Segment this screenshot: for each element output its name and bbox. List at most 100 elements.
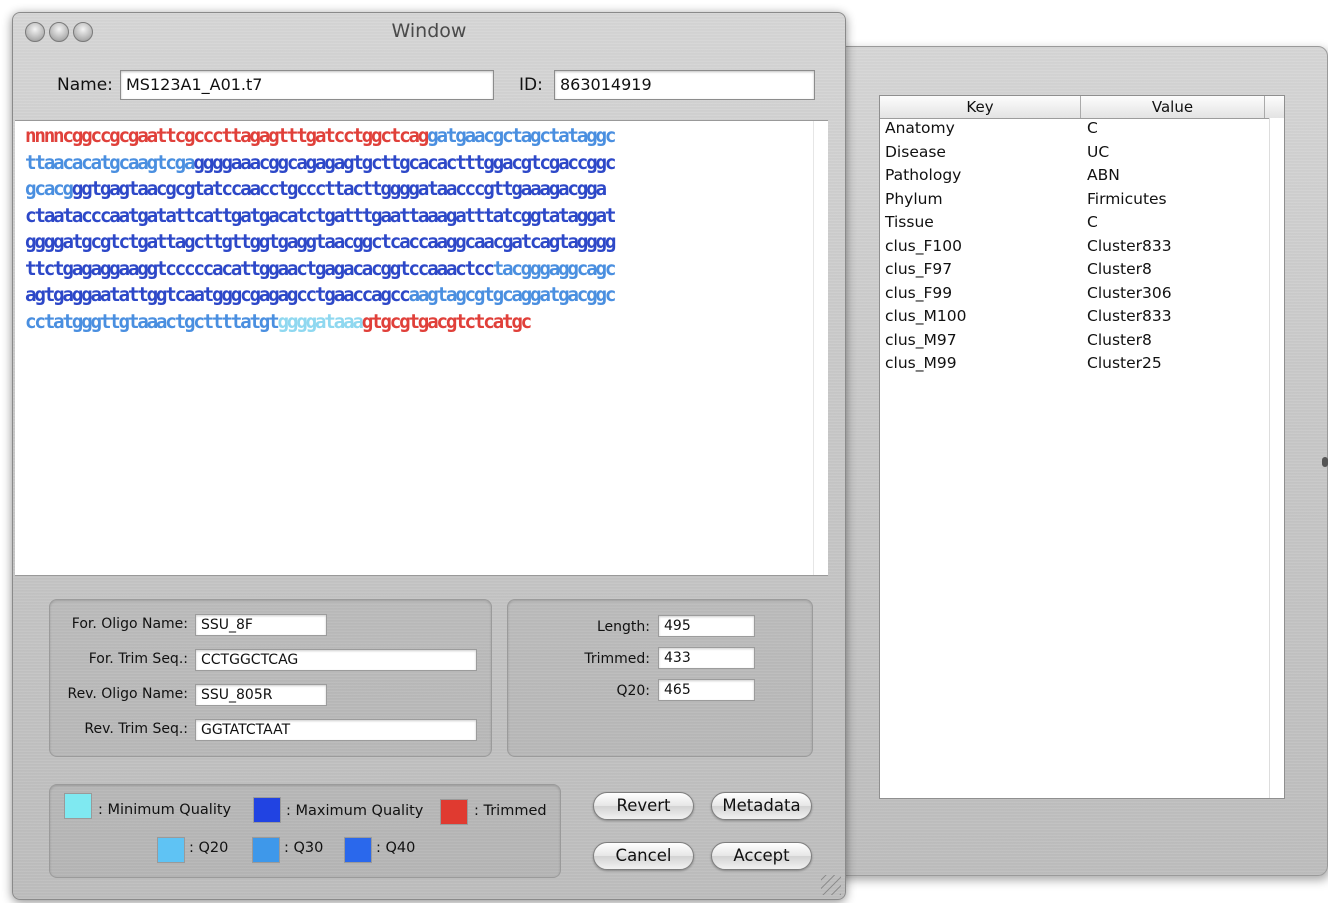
table-row[interactable]: clus_M100 Cluster833 bbox=[880, 307, 1270, 330]
key-cell: Disease bbox=[885, 142, 946, 161]
q20-field[interactable]: 465 bbox=[658, 679, 755, 701]
key-cell: clus_M99 bbox=[885, 354, 957, 372]
column-header-key[interactable]: Key bbox=[880, 96, 1081, 118]
for-oligo-name-field[interactable]: SSU_8F bbox=[195, 614, 327, 636]
sequence-segment: tacgggaggcagc bbox=[492, 256, 617, 280]
name-field[interactable]: MS123A1_A01.t7 bbox=[120, 70, 494, 100]
rev-trim-seq-field[interactable]: GGTATCTAAT bbox=[195, 719, 477, 741]
trimmed-field[interactable]: 433 bbox=[658, 647, 755, 669]
name-label: Name: bbox=[57, 75, 113, 95]
sequence-segment: ttaacacatgcaagtcga bbox=[25, 150, 196, 174]
accept-button[interactable]: Accept bbox=[711, 842, 812, 870]
q20-swatch bbox=[157, 837, 185, 863]
key-cell: clus_F99 bbox=[885, 283, 953, 302]
q20-label: Q20: bbox=[616, 683, 650, 699]
value-cell: Firmicutes bbox=[1087, 189, 1167, 208]
sequence-line: cctatgggttgtaaactgcttttatgtggggataaagtgc… bbox=[25, 309, 533, 333]
length-label: Length: bbox=[596, 619, 650, 635]
resize-grip-icon[interactable] bbox=[821, 875, 841, 895]
sequence-line: ggggatgcgtctgattagcttgttggtgaggtaacggctc… bbox=[25, 230, 616, 253]
id-field[interactable]: 863014919 bbox=[554, 70, 815, 100]
for-trim-seq-label: For. Trim Seq.: bbox=[88, 651, 188, 667]
sequence-segment: ggggataaa bbox=[277, 309, 364, 333]
value-cell: Cluster8 bbox=[1087, 260, 1152, 278]
table-row[interactable]: clus_F97 Cluster8 bbox=[880, 260, 1270, 283]
trimmed-swatch bbox=[440, 799, 468, 825]
for-oligo-name-label: For. Oligo Name: bbox=[71, 616, 188, 632]
oligo-group: For. Oligo Name: SSU_8F For. Trim Seq.: … bbox=[49, 599, 492, 757]
sequence-segment: gcacg bbox=[25, 177, 74, 200]
column-header-value[interactable]: Value bbox=[1081, 96, 1265, 118]
table-row[interactable]: clus_F99 Cluster306 bbox=[880, 284, 1270, 307]
rev-oligo-name-field[interactable]: SSU_805R bbox=[195, 684, 327, 706]
sequence-line: nnnncggccgcgaattcgcccttagagtttgatcctggct… bbox=[25, 124, 616, 147]
sequence-segment: aagtagcgtgcaggatgacggc bbox=[408, 283, 616, 306]
drawer-handle[interactable] bbox=[1322, 457, 1328, 467]
table-scrollbar[interactable] bbox=[1269, 118, 1284, 798]
key-cell: Anatomy bbox=[885, 119, 955, 137]
q20-legend-label: : Q20 bbox=[189, 840, 229, 856]
sequence-view[interactable]: nnnncggccgcgaattcgcccttagagtttgatcctggct… bbox=[15, 120, 828, 576]
trimmed-label: : Trimmed bbox=[474, 803, 547, 819]
table-row[interactable]: Anatomy C bbox=[880, 119, 1270, 142]
trimmed-label: Trimmed: bbox=[584, 651, 650, 667]
cancel-button[interactable]: Cancel bbox=[593, 842, 694, 870]
value-cell: Cluster25 bbox=[1087, 354, 1162, 372]
q40-swatch bbox=[344, 837, 372, 863]
sequence-segment: ctaatacccaatgatattcattgatgacatctgatttgaa… bbox=[25, 203, 616, 227]
sequence-line: ctaatacccaatgatattcattgatgacatctgatttgaa… bbox=[25, 203, 616, 227]
q30-legend-label: : Q30 bbox=[284, 840, 324, 856]
metadata-drawer: Key Value Anatomy C Disease UC Pathology ABN P… bbox=[830, 46, 1328, 876]
value-cell: ABN bbox=[1087, 166, 1120, 184]
value-cell: C bbox=[1087, 213, 1098, 231]
key-cell: Pathology bbox=[885, 166, 962, 184]
rev-oligo-name-label: Rev. Oligo Name: bbox=[67, 686, 188, 702]
key-cell: clus_M100 bbox=[885, 307, 967, 325]
window-title: Window bbox=[391, 20, 467, 42]
sequence-segment: ggggaaacggcagagagtgcttgcacactttggacgtcga… bbox=[193, 150, 616, 174]
table-row[interactable]: Pathology ABN bbox=[880, 166, 1270, 189]
rev-trim-seq-label: Rev. Trim Seq.: bbox=[84, 721, 188, 737]
sequence-line: gcacgggtgagtaacgcgtatccaacctgcccttacttgg… bbox=[25, 177, 607, 200]
value-cell: Cluster8 bbox=[1087, 330, 1152, 349]
key-cell: clus_F97 bbox=[885, 260, 953, 278]
metadata-table[interactable]: Key Value Anatomy C Disease UC Pathology ABN P… bbox=[879, 95, 1285, 799]
metadata-button[interactable]: Metadata bbox=[711, 792, 812, 820]
main-window: Window Name: MS123A1_A01.t7 ID: 86301491… bbox=[12, 12, 846, 900]
table-row[interactable]: Disease UC bbox=[880, 143, 1270, 166]
sequence-segment: ggtgagtaacgcgtatccaacctgcccttacttggggata… bbox=[71, 177, 607, 200]
sequence-segment: nnnncggccgcgaattcgcccttagagtttgatcctggct… bbox=[25, 124, 429, 147]
key-cell: clus_F100 bbox=[885, 236, 962, 255]
revert-button[interactable]: Revert bbox=[593, 792, 694, 820]
table-row[interactable]: Tissue C bbox=[880, 213, 1270, 236]
sequence-segment: gtgcgtgacgtctcatgc bbox=[361, 309, 533, 333]
key-cell: clus_M97 bbox=[885, 330, 957, 349]
max-quality-label: : Maximum Quality bbox=[286, 803, 424, 819]
value-cell: Cluster306 bbox=[1087, 283, 1172, 302]
sequence-segment: agtgaggaatattggtcaatgggcgagagcctgaaccagc… bbox=[25, 283, 411, 306]
value-cell: Cluster833 bbox=[1087, 307, 1172, 325]
sequence-scrollbar[interactable] bbox=[813, 121, 828, 575]
table-row[interactable]: Phylum Firmicutes bbox=[880, 190, 1270, 213]
sequence-line: ttaacacatgcaagtcgaggggaaacggcagagagtgctt… bbox=[25, 150, 616, 174]
table-row[interactable]: clus_M97 Cluster8 bbox=[880, 331, 1270, 354]
for-trim-seq-field[interactable]: CCTGGCTCAG bbox=[195, 649, 477, 671]
legend-group: : Minimum Quality : Maximum Quality : Tr… bbox=[49, 784, 561, 878]
min-quality-swatch bbox=[64, 793, 92, 819]
sequence-line: agtgaggaatattggtcaatgggcgagagcctgaaccagc… bbox=[25, 283, 616, 306]
sequence-segment: cctatgggttgtaaactgcttttatgt bbox=[25, 309, 280, 333]
length-field[interactable]: 495 bbox=[658, 615, 755, 637]
key-cell: Phylum bbox=[885, 189, 943, 208]
value-cell: UC bbox=[1087, 142, 1110, 161]
q30-swatch bbox=[252, 837, 280, 863]
title-bar[interactable]: Window bbox=[13, 13, 845, 53]
table-header: Key Value bbox=[880, 96, 1284, 119]
q40-legend-label: : Q40 bbox=[376, 840, 416, 856]
table-row[interactable]: clus_M99 Cluster25 bbox=[880, 354, 1270, 377]
value-cell: C bbox=[1087, 119, 1098, 137]
id-label: ID: bbox=[519, 75, 543, 95]
sequence-segment: ttctgagaggaaggtcccccacattggaactgagacacgg… bbox=[25, 256, 495, 280]
sequence-line: ttctgagaggaaggtcccccacattggaactgagacacgg… bbox=[25, 256, 617, 280]
table-row[interactable]: clus_F100 Cluster833 bbox=[880, 237, 1270, 260]
value-cell: Cluster833 bbox=[1087, 236, 1172, 255]
